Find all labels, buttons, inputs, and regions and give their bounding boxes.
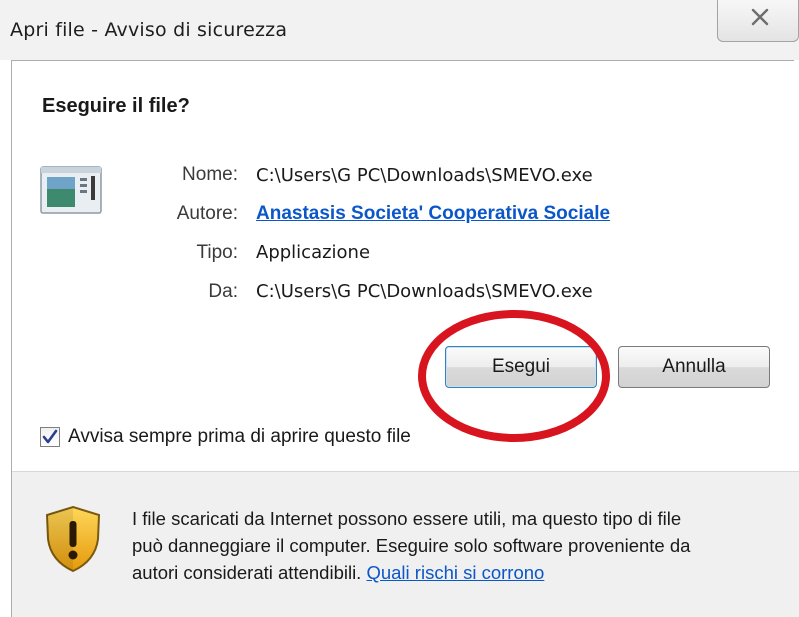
name-value: C:\Users\G PC\Downloads\SMEVO.exe	[256, 165, 593, 186]
source-value: C:\Users\G PC\Downloads\SMEVO.exe	[256, 281, 593, 302]
author-label: Autore:	[176, 203, 238, 224]
run-button[interactable]: Esegui	[445, 346, 597, 388]
footer-line-3: autori considerati attendibili. Quali ri…	[132, 562, 782, 584]
risks-link[interactable]: Quali rischi si corrono	[366, 562, 544, 583]
type-value: Applicazione	[256, 242, 371, 263]
always-warn-checkbox[interactable]	[40, 427, 60, 447]
close-button[interactable]	[717, 0, 799, 42]
footer-line-3-text: autori considerati attendibili.	[132, 562, 362, 583]
footer-line-2: può danneggiare il computer. Eseguire so…	[132, 535, 691, 556]
source-label: Da:	[208, 281, 238, 302]
checkmark-icon	[42, 429, 58, 444]
dialog-heading: Eseguire il file?	[42, 95, 190, 117]
footer-line-1: I file scaricati da Internet possono ess…	[132, 508, 682, 529]
close-icon	[751, 6, 769, 30]
cancel-button[interactable]: Annulla	[618, 346, 770, 388]
always-warn-label: Avvisa sempre prima di aprire questo fil…	[68, 426, 411, 447]
name-label: Nome:	[182, 164, 238, 185]
window-title: Apri file - Avviso di sicurezza	[10, 19, 288, 41]
title-bar: Apri file - Avviso di sicurezza	[0, 0, 799, 60]
warning-shield-icon	[44, 505, 102, 573]
type-label: Tipo:	[196, 242, 238, 263]
author-link[interactable]: Anastasis Societa' Cooperativa Sociale	[256, 203, 610, 225]
